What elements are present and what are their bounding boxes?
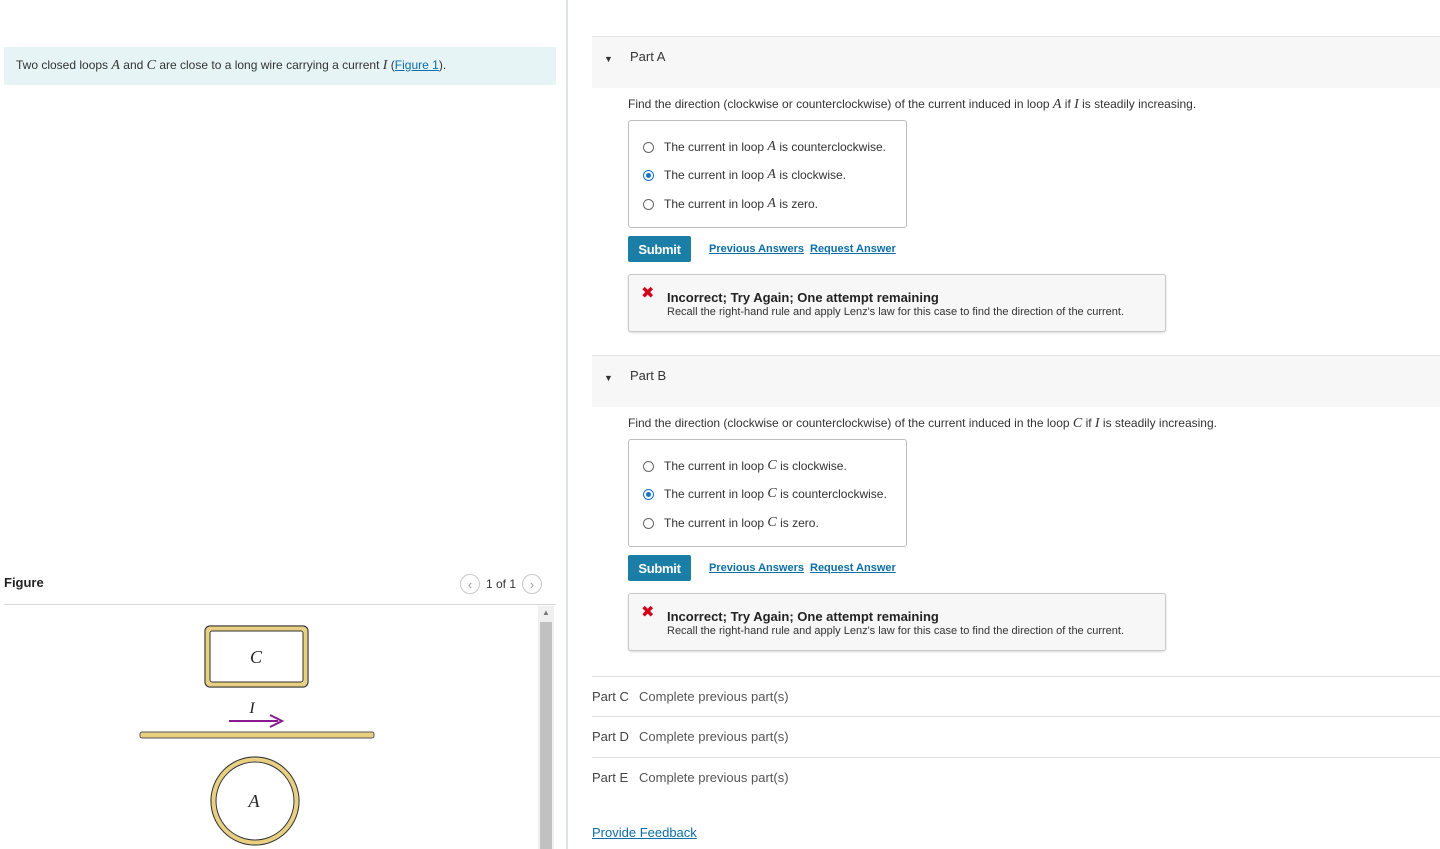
scroll-thumb[interactable] <box>540 622 552 849</box>
feedback-message: Recall the right-hand rule and apply Len… <box>667 625 1125 637</box>
choice-text: The current in loop <box>664 516 765 530</box>
part-b-choice-2[interactable]: The current in loop C is counterclockwis… <box>643 486 887 502</box>
part-a-request-answer-link[interactable]: Request Answer <box>810 243 896 255</box>
loop-a-label: A <box>248 791 261 811</box>
feedback-title: Incorrect; Try Again; One attempt remain… <box>667 609 939 624</box>
radio-button[interactable] <box>643 517 654 529</box>
part-a-choice-2[interactable]: The current in loop A is clockwise. <box>643 167 846 183</box>
part-b-choice-3[interactable]: The current in loop C is zero. <box>643 515 819 531</box>
error-x-icon: ✖ <box>641 285 655 302</box>
part-a-choice-1[interactable]: The current in loop A is counterclockwis… <box>643 139 886 155</box>
choice-text: The current in loop <box>664 487 765 501</box>
loop-c-label: C <box>250 647 263 667</box>
choice-text: is zero. <box>779 197 818 211</box>
q-text: Find the direction (clockwise or counter… <box>628 97 1053 111</box>
problem-and: and <box>119 58 147 72</box>
part-a-submit-button[interactable]: Submit <box>628 236 691 262</box>
figure-link[interactable]: Figure 1 <box>395 58 439 72</box>
part-a-choice-3[interactable]: The current in loop A is zero. <box>643 196 818 212</box>
figure-pager: ‹ 1 of 1 › <box>460 574 543 594</box>
q-text: Find the direction (clockwise or counter… <box>628 416 1073 430</box>
var-a: A <box>111 58 120 73</box>
part-b-submit-button[interactable]: Submit <box>628 555 691 581</box>
part-e-name: Part E <box>592 770 629 785</box>
chevron-left-icon: ‹ <box>467 576 473 592</box>
figure-scrollbar[interactable]: ▲ <box>538 606 554 849</box>
part-b-question: Find the direction (clockwise or counter… <box>628 416 1217 432</box>
choice-var: A <box>767 167 776 182</box>
choice-text: is counterclockwise. <box>779 140 887 154</box>
next-figure-button[interactable]: › <box>522 574 543 594</box>
paren-close: ). <box>438 58 447 72</box>
part-a-feedback: ✖ Incorrect; Try Again; One attempt rema… <box>628 274 1166 332</box>
scroll-up-arrow-icon[interactable]: ▲ <box>538 606 554 620</box>
choice-text: The current in loop <box>664 168 765 182</box>
problem-text-mid: are close to a long wire carrying a curr… <box>156 58 383 72</box>
part-c-name: Part C <box>592 689 629 704</box>
feedback-message: Recall the right-hand rule and apply Len… <box>667 306 1125 318</box>
radio-button[interactable] <box>643 141 654 153</box>
current-arrow-icon <box>229 714 285 728</box>
part-d-row: Part D Complete previous part(s) <box>592 716 1440 756</box>
problem-text-before: Two closed loops <box>16 58 112 72</box>
radio-button-selected[interactable] <box>643 169 654 181</box>
choice-var: A <box>767 139 776 154</box>
part-a-question: Find the direction (clockwise or counter… <box>628 97 1196 113</box>
part-a-title: Part A <box>630 49 666 64</box>
choice-text: The current in loop <box>664 197 765 211</box>
figure-svg: C I A <box>139 625 375 846</box>
part-a-previous-answers-link[interactable]: Previous Answers <box>709 243 804 255</box>
q-text: if <box>1082 416 1095 430</box>
radio-button-selected[interactable] <box>643 488 654 500</box>
current-label: I <box>248 700 255 717</box>
paren-open: ( <box>387 58 395 72</box>
part-d-name: Part D <box>592 729 629 744</box>
feedback-title: Incorrect; Try Again; One attempt remain… <box>667 290 939 305</box>
error-x-icon: ✖ <box>641 604 655 621</box>
long-wire <box>139 731 375 739</box>
prev-figure-button[interactable]: ‹ <box>460 574 480 594</box>
radio-button[interactable] <box>643 460 654 472</box>
part-a-choices: The current in loop A is counterclockwis… <box>628 120 907 228</box>
part-b-header[interactable]: ▼ Part B <box>592 355 1440 407</box>
q-text: if <box>1061 97 1075 111</box>
part-b-choice-1[interactable]: The current in loop C is clockwise. <box>643 458 847 474</box>
q-var: C <box>1072 416 1083 431</box>
part-b-choices: The current in loop C is clockwise. The … <box>628 439 907 547</box>
choice-text: The current in loop <box>664 140 765 154</box>
choice-text: is counterclockwise. <box>780 487 887 501</box>
provide-feedback-link[interactable]: Provide Feedback <box>592 825 697 840</box>
pager-text: 1 of 1 <box>486 577 517 591</box>
choice-text: The current in loop <box>664 459 765 473</box>
choice-var: C <box>767 486 777 501</box>
caret-down-icon: ▼ <box>604 373 613 383</box>
choice-var: C <box>767 515 777 530</box>
caret-down-icon: ▼ <box>604 54 613 64</box>
part-c-status: Complete previous part(s) <box>639 689 789 704</box>
part-e-status: Complete previous part(s) <box>639 770 789 785</box>
var-c: C <box>146 58 156 73</box>
left-panel: Two closed loops A and C are close to a … <box>0 0 566 849</box>
part-e-row: Part E Complete previous part(s) <box>592 757 1440 797</box>
part-d-status: Complete previous part(s) <box>639 729 789 744</box>
choice-text: is zero. <box>780 516 819 530</box>
part-b-previous-answers-link[interactable]: Previous Answers <box>709 562 804 574</box>
part-c-row: Part C Complete previous part(s) <box>592 676 1440 716</box>
part-b-title: Part B <box>630 368 667 383</box>
right-panel: ▼ Part A Find the direction (clockwise o… <box>568 0 1440 849</box>
choice-var: A <box>767 196 776 211</box>
choice-text: is clockwise. <box>779 168 846 182</box>
radio-button[interactable] <box>643 198 654 210</box>
problem-statement: Two closed loops A and C are close to a … <box>4 47 556 85</box>
figure-label: Figure <box>4 575 44 590</box>
part-b-request-answer-link[interactable]: Request Answer <box>810 562 896 574</box>
part-b-feedback: ✖ Incorrect; Try Again; One attempt rema… <box>628 593 1166 651</box>
chevron-right-icon: › <box>529 576 535 592</box>
q-text: is steadily increasing. <box>1078 97 1197 111</box>
choice-var: C <box>767 458 777 473</box>
choice-text: is clockwise. <box>780 459 847 473</box>
q-text: is steadily increasing. <box>1099 416 1217 430</box>
part-a-header[interactable]: ▼ Part A <box>592 36 1440 88</box>
figure-image: C I A <box>4 605 538 849</box>
